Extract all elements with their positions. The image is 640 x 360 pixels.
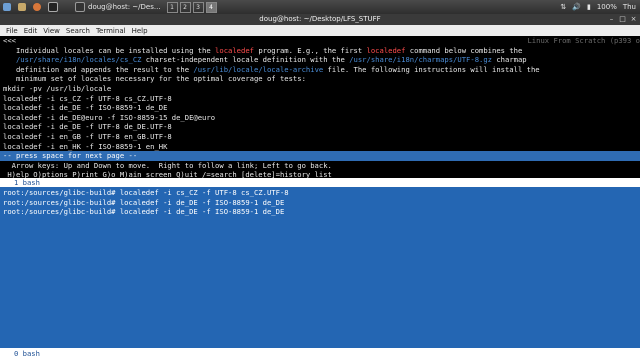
shell-line: root:/sources/glibc-build# localedef -i … [3,188,289,197]
menu-edit[interactable]: Edit [24,27,38,35]
workspace-switcher: 1 2 3 4 [165,1,217,13]
apps-icon [3,3,11,11]
system-panel: doug@host: ~/Des... 1 2 3 4 ⇅ 🔊 ▮ 100% T… [0,0,640,14]
window-titlebar[interactable]: doug@host: ~/Desktop/LFS_STUFF – □ × [0,14,640,25]
doc-line-1: Individual locales can be installed usin… [3,45,523,55]
workspace-3[interactable]: 3 [192,1,204,13]
doc-line-4: minimum set of locales necessary for the… [3,74,306,84]
apps-menu[interactable] [3,3,14,11]
cmd-line: localedef -i en_HK -f ISO-8859-1 en_HK [3,141,168,151]
doc-line-2: /usr/share/i18n/locales/cs_CZ charset-in… [15,55,527,65]
terminal-icon [48,2,58,12]
cmd-line: localedef -i de_DE@euro -f ISO-8859-15 d… [3,112,216,122]
terminal-window-icon [75,2,85,12]
taskbar-label: doug@host: ~/Des... [88,3,161,11]
maximize-icon[interactable]: □ [618,15,627,24]
minimize-icon[interactable]: – [607,15,616,24]
workspace-2[interactable]: 2 [179,1,191,13]
tray: ⇅ 🔊 ▮ 100% Thu [560,0,636,14]
pager-status-bar: -- press space for next page -- [0,151,640,161]
workspace-1[interactable]: 1 [166,1,178,13]
network-icon[interactable]: ⇅ [560,3,566,11]
pager-help-1: Arrow keys: Up and Down to move. Right t… [3,160,332,170]
first-row: <<< [3,36,16,45]
cmd-line: localedef -i de_DE -f UTF-8 de_DE.UTF-8 [3,122,172,132]
battery-icon[interactable]: ▮ [587,3,591,11]
workspace-4[interactable]: 4 [205,1,217,13]
menu-bar: File Edit View Search Terminal Help [0,25,640,36]
globe-icon [33,3,41,11]
battery-percent: 100% [596,3,617,11]
menu-search[interactable]: Search [66,27,90,35]
pager-status-text: -- press space for next page -- [3,151,138,161]
files-launcher[interactable] [18,3,29,11]
cmd-line: localedef -i en_GB -f UTF-8 en_GB.UTF-8 [3,132,172,141]
terminal-launcher[interactable] [48,2,61,12]
shell-line: root:/sources/glibc-build# localedef -i … [3,207,285,217]
volume-icon[interactable]: 🔊 [572,3,581,11]
tab-bottom-label: 0 bash [14,349,40,358]
tmux-tab-bottom[interactable]: 0 bash [0,348,640,360]
shell-pane[interactable]: root:/sources/glibc-build# localedef -i … [0,187,640,348]
menu-file[interactable]: File [6,27,18,35]
window-title: doug@host: ~/Desktop/LFS_STUFF [259,15,381,23]
taskbar-button[interactable]: doug@host: ~/Des... [75,2,161,12]
cmd-line: localedef -i cs_CZ -f UTF-8 cs_CZ.UTF-8 [3,93,172,103]
folder-icon [18,3,26,11]
cmd-line: mkdir -pv /usr/lib/locale [3,84,112,93]
close-icon[interactable]: × [629,15,638,24]
terminal-area[interactable]: <<< Linux From Scratch (p393 o Individua… [0,36,640,360]
cmd-line: localedef -i de_DE -f ISO-8859-1 de_DE [3,103,168,113]
menu-view[interactable]: View [43,27,60,35]
doc-line-3: definition and appends the result to the… [3,64,540,74]
menu-help[interactable]: Help [132,27,148,35]
shell-line: root:/sources/glibc-build# localedef -i … [3,197,285,207]
browser-launcher[interactable] [33,3,44,11]
doc-header: Linux From Scratch (p393 o [527,36,640,45]
clock[interactable]: Thu [623,3,636,11]
menu-terminal[interactable]: Terminal [96,27,126,35]
